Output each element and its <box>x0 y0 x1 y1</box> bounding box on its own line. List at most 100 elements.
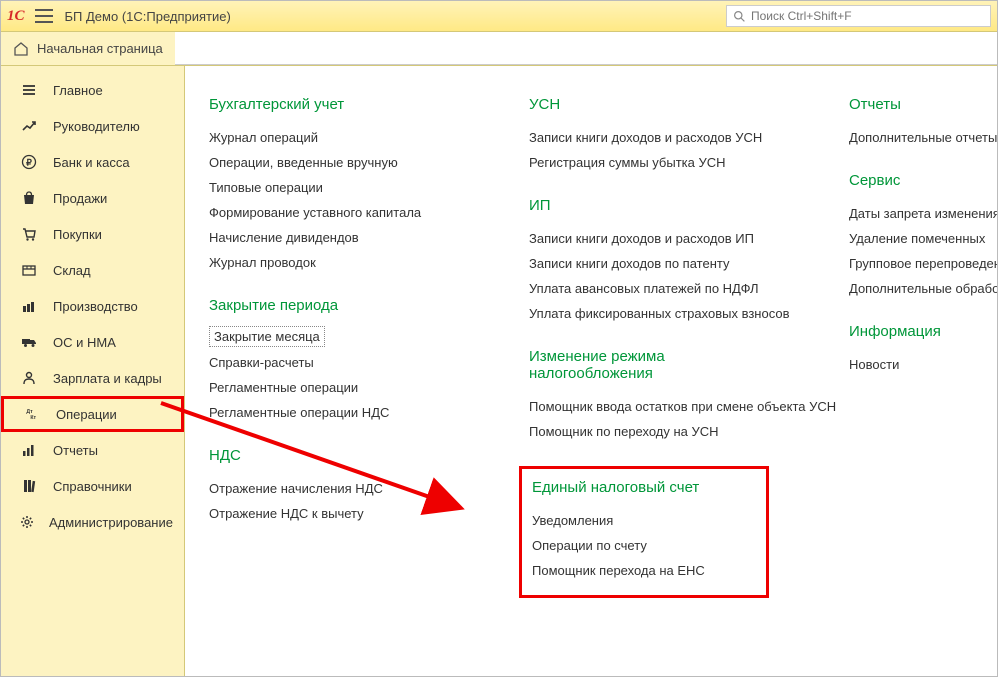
sidebar-item-12[interactable]: Администрирование <box>1 504 184 540</box>
dtkt-icon: ДтКт <box>22 404 42 424</box>
menu-link[interactable]: Записи книги доходов по патенту <box>529 251 789 276</box>
title-bar: 1С БП Демо (1С:Предприятие) <box>1 1 997 32</box>
menu-link[interactable]: Уплата фиксированных страховых взносов <box>529 301 789 326</box>
menu-group: ИП Записи книги доходов и расходов ИПЗапи… <box>529 197 789 326</box>
sidebar-item-label: Производство <box>53 299 138 314</box>
sidebar-item-label: Зарплата и кадры <box>53 371 162 386</box>
sidebar-item-3[interactable]: Продажи <box>1 180 184 216</box>
search-input[interactable] <box>751 9 984 23</box>
sidebar-item-label: Операции <box>56 407 117 422</box>
hamburger-icon[interactable] <box>35 9 53 23</box>
search-wrap[interactable] <box>726 5 991 27</box>
group-heading[interactable]: Отчеты <box>849 96 997 113</box>
sidebar-item-1[interactable]: Руководителю <box>1 108 184 144</box>
menu-link[interactable]: Помощник ввода остатков при смене объект… <box>529 394 789 419</box>
column-3: Отчеты Дополнительные отчеты Сервис Даты за… <box>849 96 997 676</box>
cart-icon <box>19 224 39 244</box>
menu-link[interactable]: Отражение начисления НДС <box>209 476 469 501</box>
group-heading[interactable]: Изменение режима налогообложения <box>529 348 789 382</box>
sidebar-item-label: Продажи <box>53 191 107 206</box>
sidebar: Главное Руководителю ₽ Банк и касса Продажи П… <box>1 66 185 676</box>
menu-link[interactable]: Отражение НДС к вычету <box>209 501 469 526</box>
sidebar-item-label: Администрирование <box>49 515 173 530</box>
sidebar-item-4[interactable]: Покупки <box>1 216 184 252</box>
trend-icon <box>19 116 39 136</box>
menu-group: Информация Новости <box>849 323 997 377</box>
search-icon <box>733 10 746 23</box>
menu-group: Отчеты Дополнительные отчеты <box>849 96 997 150</box>
sidebar-item-10[interactable]: Отчеты <box>1 432 184 468</box>
menu-link[interactable]: Групповое перепроведение <box>849 251 997 276</box>
menu-link[interactable]: Регламентные операции <box>209 375 469 400</box>
menu-link[interactable]: Закрытие месяца <box>209 326 325 347</box>
menu-group: Единый налоговый счет УведомленияОперации… <box>519 466 769 598</box>
group-heading[interactable]: Единый налоговый счет <box>532 479 756 496</box>
sidebar-item-label: Банк и касса <box>53 155 130 170</box>
menu-link[interactable]: Дополнительные обработки <box>849 276 997 301</box>
body-wrap: Главное Руководителю ₽ Банк и касса Продажи П… <box>1 66 997 676</box>
sidebar-item-9[interactable]: ДтКт Операции <box>1 396 184 432</box>
svg-text:Кт: Кт <box>30 415 36 421</box>
menu-link[interactable]: Журнал проводок <box>209 250 469 275</box>
gear-icon <box>19 512 35 532</box>
group-heading[interactable]: УСН <box>529 96 789 113</box>
menu-group: НДС Отражение начисления НДСОтражение НДС… <box>209 447 469 526</box>
home-tab-label: Начальная страница <box>37 41 163 56</box>
home-tab[interactable]: Начальная страница <box>1 32 176 65</box>
group-heading[interactable]: Закрытие периода <box>209 297 469 314</box>
menu-link[interactable]: Записи книги доходов и расходов УСН <box>529 125 789 150</box>
menu-link[interactable]: Новости <box>849 352 997 377</box>
column-1: Бухгалтерский учет Журнал операцийОпераци… <box>209 96 469 676</box>
menu-group: Изменение режима налогообложения Помощник… <box>529 348 789 444</box>
content-area: Бухгалтерский учетЖурнал операцийОпераци… <box>185 66 997 676</box>
menu-link[interactable]: Журнал операций <box>209 125 469 150</box>
group-heading[interactable]: ИП <box>529 197 789 214</box>
group-heading[interactable]: Бухгалтерский учет <box>209 96 469 113</box>
menu-link[interactable]: Регламентные операции НДС <box>209 400 469 425</box>
svg-text:₽: ₽ <box>26 158 32 168</box>
group-heading[interactable]: Сервис <box>849 172 997 189</box>
menu-link[interactable]: Помощник перехода на ЕНС <box>532 558 756 583</box>
group-heading[interactable]: НДС <box>209 447 469 464</box>
sidebar-item-label: Главное <box>53 83 103 98</box>
column-2: УСН Записи книги доходов и расходов УСНРе… <box>529 96 789 676</box>
sidebar-item-2[interactable]: ₽ Банк и касса <box>1 144 184 180</box>
sidebar-item-5[interactable]: Склад <box>1 252 184 288</box>
sidebar-item-11[interactable]: Справочники <box>1 468 184 504</box>
menu-group: Бухгалтерский учет Журнал операцийОпераци… <box>209 96 469 275</box>
menu-link[interactable]: Регистрация суммы убытка УСН <box>529 150 789 175</box>
person-icon <box>19 368 39 388</box>
app-title: БП Демо (1С:Предприятие) <box>65 9 231 24</box>
sidebar-item-label: Справочники <box>53 479 132 494</box>
ruble-icon: ₽ <box>19 152 39 172</box>
menu-link[interactable]: Даты запрета изменения <box>849 201 997 226</box>
sidebar-item-7[interactable]: ОС и НМА <box>1 324 184 360</box>
box-icon <box>19 260 39 280</box>
menu-link[interactable]: Записи книги доходов и расходов ИП <box>529 226 789 251</box>
menu-link[interactable]: Уплата авансовых платежей по НДФЛ <box>529 276 789 301</box>
menu-link[interactable]: Начисление дивидендов <box>209 225 469 250</box>
home-row: Начальная страница <box>1 32 997 66</box>
sidebar-item-label: ОС и НМА <box>53 335 116 350</box>
group-heading[interactable]: Информация <box>849 323 997 340</box>
menu-link[interactable]: Справки-расчеты <box>209 350 469 375</box>
menu-link[interactable]: Операции по счету <box>532 533 756 558</box>
menu-link[interactable]: Дополнительные отчеты <box>849 125 997 150</box>
home-icon <box>13 41 29 57</box>
sidebar-item-8[interactable]: Зарплата и кадры <box>1 360 184 396</box>
sidebar-item-6[interactable]: Производство <box>1 288 184 324</box>
menu-group: Сервис Даты запрета измененияУдаление пом… <box>849 172 997 301</box>
menu-link[interactable]: Операции, введенные вручную <box>209 150 469 175</box>
sidebar-item-0[interactable]: Главное <box>1 72 184 108</box>
menu-link[interactable]: Уведомления <box>532 508 756 533</box>
menu-link[interactable]: Типовые операции <box>209 175 469 200</box>
sidebar-item-label: Покупки <box>53 227 102 242</box>
menu-link[interactable]: Формирование уставного капитала <box>209 200 469 225</box>
sidebar-item-label: Отчеты <box>53 443 98 458</box>
tab-bar <box>175 32 997 65</box>
menu-link[interactable]: Удаление помеченных <box>849 226 997 251</box>
books-icon <box>19 476 39 496</box>
menu-link[interactable]: Помощник по переходу на УСН <box>529 419 789 444</box>
sidebar-item-label: Склад <box>53 263 91 278</box>
logo-1c: 1С <box>7 8 25 25</box>
